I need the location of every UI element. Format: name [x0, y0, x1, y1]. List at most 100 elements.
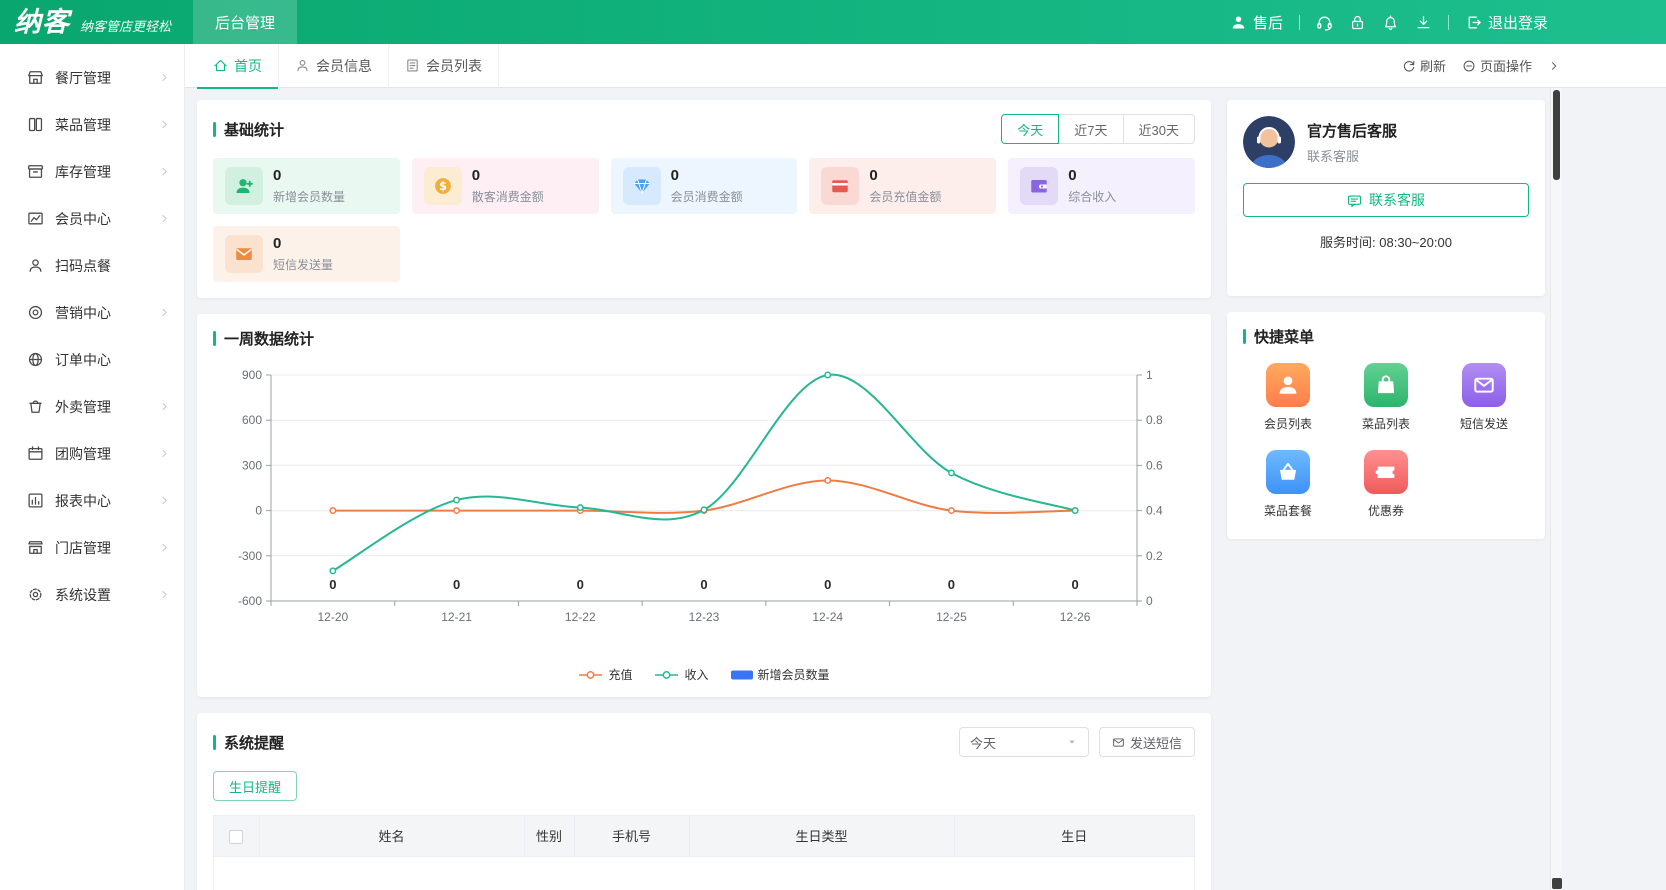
weekly-chart-svg: -6000-3000.200.43000.66000.8900112-2012-…	[213, 359, 1195, 659]
page-ops-expand-button[interactable]	[1548, 60, 1560, 72]
sidebar-item-12[interactable]: 系统设置	[0, 571, 184, 618]
headset-button[interactable]	[1316, 14, 1333, 31]
marketing-icon	[27, 304, 44, 321]
takeout-icon	[27, 398, 44, 415]
sidebar-item-6[interactable]: 营销中心	[0, 289, 184, 336]
top-header: 纳客 纳客管店更轻松 后台管理 售后 退出登录	[0, 0, 1666, 44]
stat-card-3: 0 会员消费金额	[611, 158, 798, 214]
svg-text:12-21: 12-21	[441, 610, 472, 624]
sidebar-item-11[interactable]: 门店管理	[0, 524, 184, 571]
column-header[interactable]: 生日	[954, 816, 1194, 856]
sidebar-item-7[interactable]: 订单中心	[0, 336, 184, 383]
weekly-chart-card: 一周数据统计 -6000-3000.200.43000.66000.890011…	[197, 314, 1211, 697]
reminder-filter-select[interactable]: 今天	[959, 727, 1089, 757]
sidebar-item-2[interactable]: 菜品管理	[0, 101, 184, 148]
empty-cell	[214, 856, 1194, 890]
sidebar-item-label: 外卖管理	[55, 397, 148, 417]
select-all-checkbox[interactable]	[229, 830, 243, 844]
range-button-1[interactable]: 今天	[1001, 114, 1059, 144]
divider	[1448, 15, 1449, 30]
tab-3[interactable]: 会员列表	[389, 44, 499, 88]
stat-card-5: 0 综合收入	[1008, 158, 1195, 214]
nav-admin-tab[interactable]: 后台管理	[193, 0, 297, 44]
column-header[interactable]: 性别	[524, 816, 574, 856]
layout: 餐厅管理 菜品管理 库存管理 会员中心 扫码点餐 营销中心 订单中心 外卖管理 …	[0, 44, 1666, 890]
column-header[interactable]: 生日类型	[689, 816, 954, 856]
logout-button[interactable]: 退出登录	[1465, 12, 1548, 33]
page-ops-button[interactable]: 页面操作	[1462, 56, 1532, 75]
legend-item[interactable]: 新增会员数量	[731, 666, 830, 683]
system-reminder-title: 系统提醒	[224, 732, 284, 753]
quick-menu-item-1[interactable]: 会员列表	[1239, 363, 1337, 432]
sidebar-item-label: 门店管理	[55, 538, 148, 558]
service-name: 官方售后客服	[1307, 120, 1397, 141]
range-button-3[interactable]: 近30天	[1123, 114, 1195, 144]
svg-text:12-22: 12-22	[565, 610, 596, 624]
reminder-filter-value: 今天	[970, 733, 996, 752]
send-sms-label: 发送短信	[1130, 733, 1182, 752]
send-sms-button[interactable]: 发送短信	[1099, 727, 1195, 757]
svg-text:12-20: 12-20	[318, 610, 349, 624]
bell-icon	[1382, 14, 1399, 31]
column-header[interactable]: 手机号	[574, 816, 689, 856]
service-meta: 官方售后客服 联系客服	[1307, 120, 1397, 165]
svg-text:0.8: 0.8	[1146, 413, 1163, 427]
svg-text:$: $	[439, 180, 447, 193]
svg-text:0: 0	[255, 504, 262, 518]
quick-menu-item-5[interactable]: 优惠券	[1337, 450, 1435, 519]
quick-menu-label: 优惠券	[1368, 502, 1404, 519]
vertical-scrollbar[interactable]	[1550, 88, 1562, 890]
sidebar-item-1[interactable]: 餐厅管理	[0, 54, 184, 101]
scrollbar-down-button[interactable]	[1552, 878, 1562, 889]
svg-text:0: 0	[453, 577, 460, 592]
wallet-icon	[1029, 176, 1049, 196]
refresh-button[interactable]: 刷新	[1402, 56, 1446, 75]
quick-menu-item-4[interactable]: 菜品套餐	[1239, 450, 1337, 519]
bank-card-icon	[830, 176, 850, 196]
quick-menu-item-3[interactable]: 短信发送	[1435, 363, 1533, 432]
range-button-2[interactable]: 近7天	[1058, 114, 1123, 144]
sidebar-item-10[interactable]: 报表中心	[0, 477, 184, 524]
sidebar-item-label: 扫码点餐	[55, 256, 170, 276]
legend-item[interactable]: 收入	[654, 666, 708, 683]
scrollbar-thumb[interactable]	[1553, 90, 1560, 180]
sidebar-item-8[interactable]: 外卖管理	[0, 383, 184, 430]
home-icon	[213, 58, 228, 73]
sidebar-item-3[interactable]: 库存管理	[0, 148, 184, 195]
header-actions: 售后 退出登录	[1230, 12, 1666, 33]
after-sales-label: 售后	[1253, 12, 1283, 33]
legend-bar-marker	[731, 669, 753, 681]
user-icon	[1230, 14, 1247, 31]
contact-service-button[interactable]: 联系客服	[1243, 183, 1529, 217]
restaurant-icon	[27, 69, 44, 86]
member-icon	[27, 210, 44, 227]
sidebar-item-4[interactable]: 会员中心	[0, 195, 184, 242]
after-sales-button[interactable]: 售后	[1230, 12, 1283, 33]
groupbuy-icon	[27, 445, 44, 462]
quick-menu-item-2[interactable]: 菜品列表	[1337, 363, 1435, 432]
legend-line-marker	[578, 669, 603, 681]
qm-member-icon	[1276, 373, 1300, 397]
stat-label: 会员消费金额	[671, 188, 743, 205]
legend-line-marker	[654, 669, 679, 681]
sidebar-item-9[interactable]: 团购管理	[0, 430, 184, 477]
basic-stats-title: 基础统计	[224, 119, 284, 140]
column-header[interactable]: 姓名	[259, 816, 524, 856]
lock-button[interactable]	[1349, 14, 1366, 31]
svg-text:600: 600	[242, 413, 262, 427]
content: 基础统计 今天近7天近30天 0 新增会员数量 $ 0 散客消费金额 0 会员消…	[185, 88, 1666, 890]
sidebar-item-label: 系统设置	[55, 585, 148, 605]
svg-text:0: 0	[577, 577, 584, 592]
content-right-column: 官方售后客服 联系客服 联系客服 服务时间: 08:30~20:00	[1227, 100, 1545, 890]
download-button[interactable]	[1415, 14, 1432, 31]
weekly-chart: -6000-3000.200.43000.66000.8900112-2012-…	[197, 349, 1211, 662]
stat-value: 0	[472, 167, 544, 184]
bell-button[interactable]	[1382, 14, 1399, 31]
svg-text:12-23: 12-23	[689, 610, 720, 624]
tab-2[interactable]: 会员信息	[279, 44, 389, 88]
sidebar-item-5[interactable]: 扫码点餐	[0, 242, 184, 289]
legend-item[interactable]: 充值	[578, 666, 632, 683]
birthday-reminder-tab[interactable]: 生日提醒	[213, 771, 297, 801]
stat-label: 散客消费金额	[472, 188, 544, 205]
tab-1[interactable]: 首页	[197, 44, 279, 88]
